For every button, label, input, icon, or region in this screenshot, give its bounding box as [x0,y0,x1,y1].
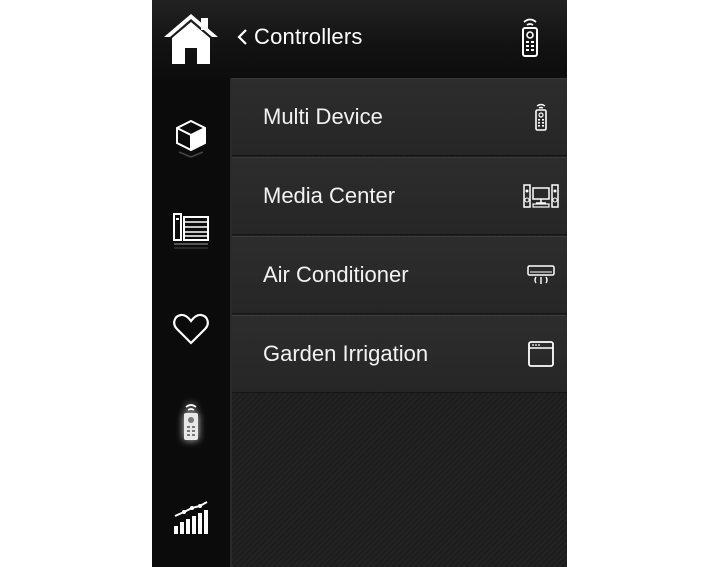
heart-icon [173,313,209,345]
back-label: Controllers [254,24,363,49]
list-item-icon [523,178,559,214]
remote-icon [184,404,198,440]
stats-icon [174,501,208,534]
list-item-label: Garden Irrigation [263,341,429,366]
list-item-label: Air Conditioner [263,262,409,287]
cube-icon [176,119,206,158]
sidebar-item-controllers[interactable] [152,382,230,462]
sidebar-item-devices[interactable] [152,98,230,178]
sidebar [152,78,230,567]
sidebar-item-library[interactable] [152,191,230,271]
remote-icon [522,18,538,57]
home-icon [164,14,218,64]
list-item-media-center[interactable]: Media Center [232,157,567,235]
sidebar-item-favorites[interactable] [152,289,230,369]
media-center-icon [523,184,559,208]
app-window: Controllers Multi Device Media Center Ai… [152,0,567,567]
top-bar: Controllers [152,0,567,78]
list-item-label: Multi Device [263,104,383,129]
library-icon [173,213,209,249]
controllers-list: Multi Device Media Center Air Conditione… [232,78,567,567]
list-item-icon [523,99,559,135]
chevron-left-icon [237,29,247,45]
list-item-icon [523,257,559,293]
list-item-air-conditioner[interactable]: Air Conditioner [232,236,567,314]
list-item-icon [523,336,559,372]
sidebar-item-statistics[interactable] [152,478,230,558]
list-item-multi-device[interactable]: Multi Device [232,78,567,156]
air-conditioner-icon [527,265,555,284]
window-icon [528,341,554,367]
remote-icon [535,103,547,131]
list-item-label: Media Center [263,183,396,208]
list-item-garden-irrigation[interactable]: Garden Irrigation [232,315,567,393]
home-button[interactable] [160,10,222,68]
remote-button[interactable] [518,16,542,58]
back-button[interactable]: Controllers [236,20,363,54]
